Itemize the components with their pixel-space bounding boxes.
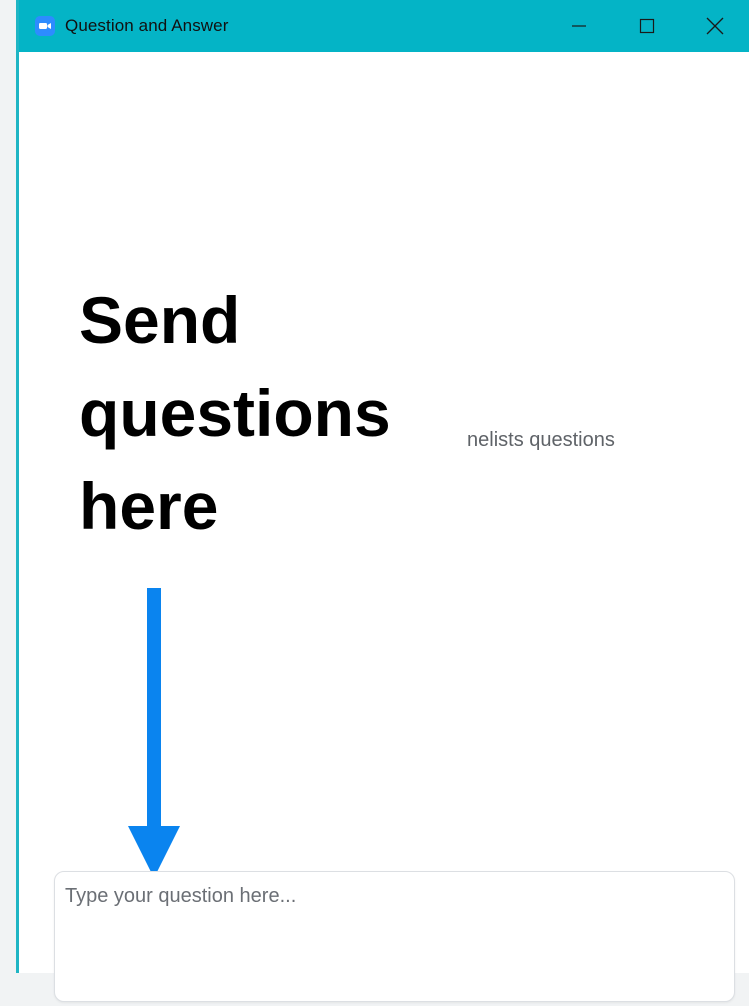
annotation-callout-text: Send questions here [79,283,391,543]
maximize-icon [639,18,655,34]
minimize-icon [572,25,586,27]
close-icon [706,17,724,35]
empty-state-hint: nelists questions [467,429,615,451]
close-button[interactable] [681,0,749,52]
maximize-button[interactable] [613,0,681,52]
zoom-app-icon [34,15,56,37]
minimize-button[interactable] [545,0,613,52]
window-controls [545,0,749,52]
qa-content-area: nelists questions Send questions here [19,52,749,1002]
background-gutter [0,0,16,973]
title-bar[interactable]: Question and Answer [19,0,749,52]
question-input[interactable] [55,872,734,1001]
annotation-down-arrow-icon [128,588,180,878]
question-input-container [54,871,735,1002]
window-title: Question and Answer [65,16,229,35]
qa-window: Question and Answer nelists questions Se… [16,0,749,1002]
